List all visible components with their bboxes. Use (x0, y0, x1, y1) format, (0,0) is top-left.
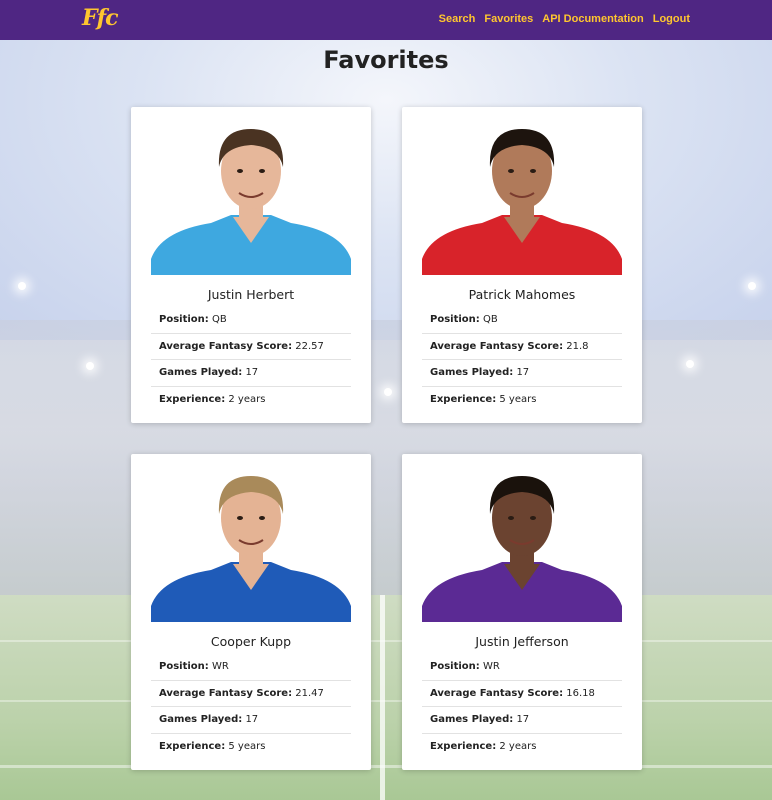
stat-value: 2 years (499, 740, 537, 752)
stat-label: Position: (430, 314, 480, 325)
player-name: Patrick Mahomes (468, 287, 576, 302)
stat-average-fantasy-score: Average Fantasy Score: 21.47 (151, 681, 351, 707)
stat-average-fantasy-score: Average Fantasy Score: 22.57 (151, 334, 351, 360)
navbar: Ffc Search Favorites API Documentation L… (0, 0, 772, 40)
player-stats: Position: QB Average Fantasy Score: 22.5… (151, 307, 351, 413)
stat-value: QB (482, 314, 498, 325)
stat-position: Position: QB (422, 307, 622, 334)
stat-label: Position: (159, 661, 209, 672)
stat-label: Average Fantasy Score: (430, 687, 564, 699)
player-photo (422, 466, 622, 622)
stat-position: Position: WR (151, 654, 351, 681)
page-title: Favorites (323, 46, 449, 74)
stat-label: Position: (159, 314, 209, 325)
stat-position: Position: WR (422, 654, 622, 681)
stat-experience: Experience: 2 years (422, 734, 622, 761)
player-card: Patrick Mahomes Position: QB Average Fan… (402, 107, 642, 423)
player-card: Justin Herbert Position: QB Average Fant… (131, 107, 371, 423)
nav-link-favorites[interactable]: Favorites (484, 13, 533, 25)
stat-value: WR (482, 661, 500, 672)
player-name: Justin Jefferson (475, 634, 569, 649)
stat-experience: Experience: 5 years (151, 734, 351, 761)
player-card: Justin Jefferson Position: WR Average Fa… (402, 454, 642, 770)
stat-position: Position: QB (151, 307, 351, 334)
stat-experience: Experience: 5 years (422, 387, 622, 414)
player-photo (151, 119, 351, 275)
nav-links: Search Favorites API Documentation Logou… (439, 13, 690, 25)
stat-value: 21.8 (566, 340, 589, 352)
stat-games-played: Games Played: 17 (151, 707, 351, 734)
stat-experience: Experience: 2 years (151, 387, 351, 414)
player-stats: Position: WR Average Fantasy Score: 16.1… (422, 654, 622, 760)
stat-value: 17 (245, 714, 259, 725)
stat-label: Experience: (159, 740, 226, 752)
nav-link-api-documentation[interactable]: API Documentation (542, 13, 643, 25)
stat-label: Average Fantasy Score: (430, 340, 564, 352)
stat-value: 2 years (228, 393, 266, 405)
stat-games-played: Games Played: 17 (422, 707, 622, 734)
stat-label: Experience: (430, 393, 497, 405)
stat-value: 5 years (499, 393, 537, 405)
stat-label: Experience: (159, 393, 226, 405)
player-photo (151, 466, 351, 622)
player-stats: Position: WR Average Fantasy Score: 21.4… (151, 654, 351, 760)
stat-average-fantasy-score: Average Fantasy Score: 21.8 (422, 334, 622, 360)
stadium-background (0, 0, 772, 800)
stat-value: WR (211, 661, 229, 672)
stat-value: QB (211, 314, 227, 325)
nav-link-search[interactable]: Search (439, 13, 476, 25)
stat-games-played: Games Played: 17 (151, 360, 351, 387)
stat-label: Average Fantasy Score: (159, 687, 293, 699)
stat-label: Games Played: (430, 714, 514, 725)
player-card: Cooper Kupp Position: WR Average Fantasy… (131, 454, 371, 770)
stat-label: Games Played: (430, 367, 514, 378)
stat-value: 21.47 (295, 687, 324, 699)
stat-label: Experience: (430, 740, 497, 752)
stat-value: 17 (245, 367, 259, 378)
nav-link-logout[interactable]: Logout (653, 13, 690, 25)
player-name: Justin Herbert (207, 287, 295, 302)
stat-value: 22.57 (295, 340, 324, 352)
stat-label: Position: (430, 661, 480, 672)
player-photo (422, 119, 622, 275)
stat-label: Average Fantasy Score: (159, 340, 293, 352)
stat-games-played: Games Played: 17 (422, 360, 622, 387)
stat-label: Games Played: (159, 714, 243, 725)
stat-value: 17 (516, 367, 530, 378)
stat-value: 17 (516, 714, 530, 725)
stat-average-fantasy-score: Average Fantasy Score: 16.18 (422, 681, 622, 707)
stat-label: Games Played: (159, 367, 243, 378)
player-stats: Position: QB Average Fantasy Score: 21.8… (422, 307, 622, 413)
stat-value: 16.18 (566, 687, 595, 699)
stat-value: 5 years (228, 740, 266, 752)
player-name: Cooper Kupp (210, 634, 292, 649)
logo[interactable]: Ffc (82, 5, 118, 31)
